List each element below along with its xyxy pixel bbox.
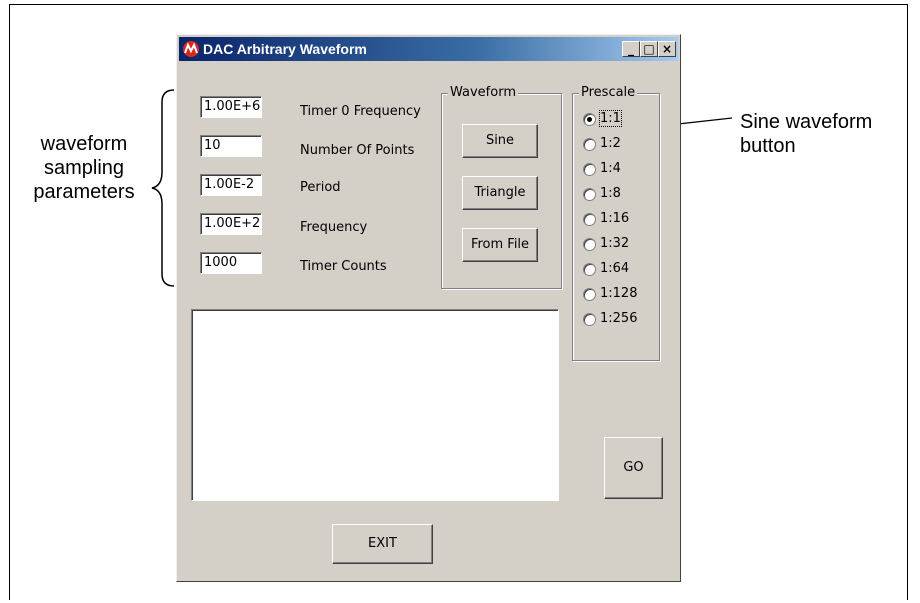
timer-counts-field[interactable]: 1000 (200, 252, 262, 274)
waveform-group: Waveform Sine Triangle From File (441, 86, 562, 289)
period-field[interactable]: 1.00E-2 (200, 174, 262, 196)
annotation-line: sampling (43, 157, 125, 179)
frequency-label: Frequency (300, 220, 368, 235)
annotation-line: Sine waveform (740, 111, 873, 133)
radio-selected-icon (583, 113, 596, 126)
prescale-group-label: Prescale (579, 85, 638, 100)
radio-label: 1:32 (600, 236, 630, 251)
radio-label: 1:16 (600, 211, 630, 226)
timer0-frequency-field[interactable]: 1.00E+6 (200, 96, 262, 118)
radio-icon (583, 163, 596, 176)
maximize-icon: □ (643, 42, 655, 56)
maximize-button[interactable]: □ (640, 41, 658, 57)
radio-label: 1:64 (600, 261, 630, 276)
close-button[interactable]: × (658, 41, 676, 57)
app-window: DAC Arbitrary Waveform _ □ × 1.00E+6 Tim… (176, 34, 681, 582)
frequency-field[interactable]: 1.00E+2 (200, 213, 262, 235)
radio-icon (583, 263, 596, 276)
radio-icon (583, 288, 596, 301)
sine-button[interactable]: Sine (462, 124, 538, 158)
timer-counts-label: Timer Counts (300, 259, 387, 274)
radio-label: 1:256 (600, 311, 638, 326)
annotation-line: parameters (33, 181, 135, 203)
radio-label: 1:8 (600, 186, 621, 201)
number-of-points-field[interactable]: 10 (200, 135, 262, 157)
annotation-sampling-parameters: waveform sampling parameters (30, 132, 138, 204)
waveform-group-label: Waveform (448, 85, 518, 100)
annotation-sine-button: Sine waveform button (740, 110, 872, 158)
prescale-group: Prescale 1:1 1:2 1:4 1:8 1:16 1:32 1:64 … (572, 86, 660, 361)
radio-icon (583, 313, 596, 326)
from-file-button[interactable]: From File (462, 228, 538, 262)
close-icon: × (661, 42, 673, 56)
radio-icon (583, 213, 596, 226)
exit-button[interactable]: EXIT (332, 524, 433, 564)
window-title: DAC Arbitrary Waveform (203, 41, 367, 57)
radio-icon (583, 138, 596, 151)
microchip-logo-icon (183, 41, 199, 57)
radio-label: 1:2 (600, 136, 621, 151)
minimize-button[interactable]: _ (622, 41, 640, 57)
radio-label: 1:4 (600, 161, 621, 176)
triangle-button[interactable]: Triangle (462, 176, 538, 210)
radio-icon (583, 188, 596, 201)
number-of-points-label: Number Of Points (300, 143, 415, 158)
title-bar[interactable]: DAC Arbitrary Waveform _ □ × (179, 37, 678, 61)
radio-icon (583, 238, 596, 251)
brace-icon (151, 89, 175, 287)
annotation-line: button (740, 135, 796, 157)
timer0-frequency-label: Timer 0 Frequency (300, 104, 421, 119)
period-label: Period (300, 180, 341, 195)
go-button[interactable]: GO (604, 437, 663, 499)
annotation-line: waveform (40, 133, 128, 155)
radio-label: 1:128 (600, 286, 638, 301)
radio-label: 1:1 (599, 110, 622, 127)
minimize-icon: _ (628, 42, 634, 56)
output-list-box[interactable] (191, 309, 559, 501)
